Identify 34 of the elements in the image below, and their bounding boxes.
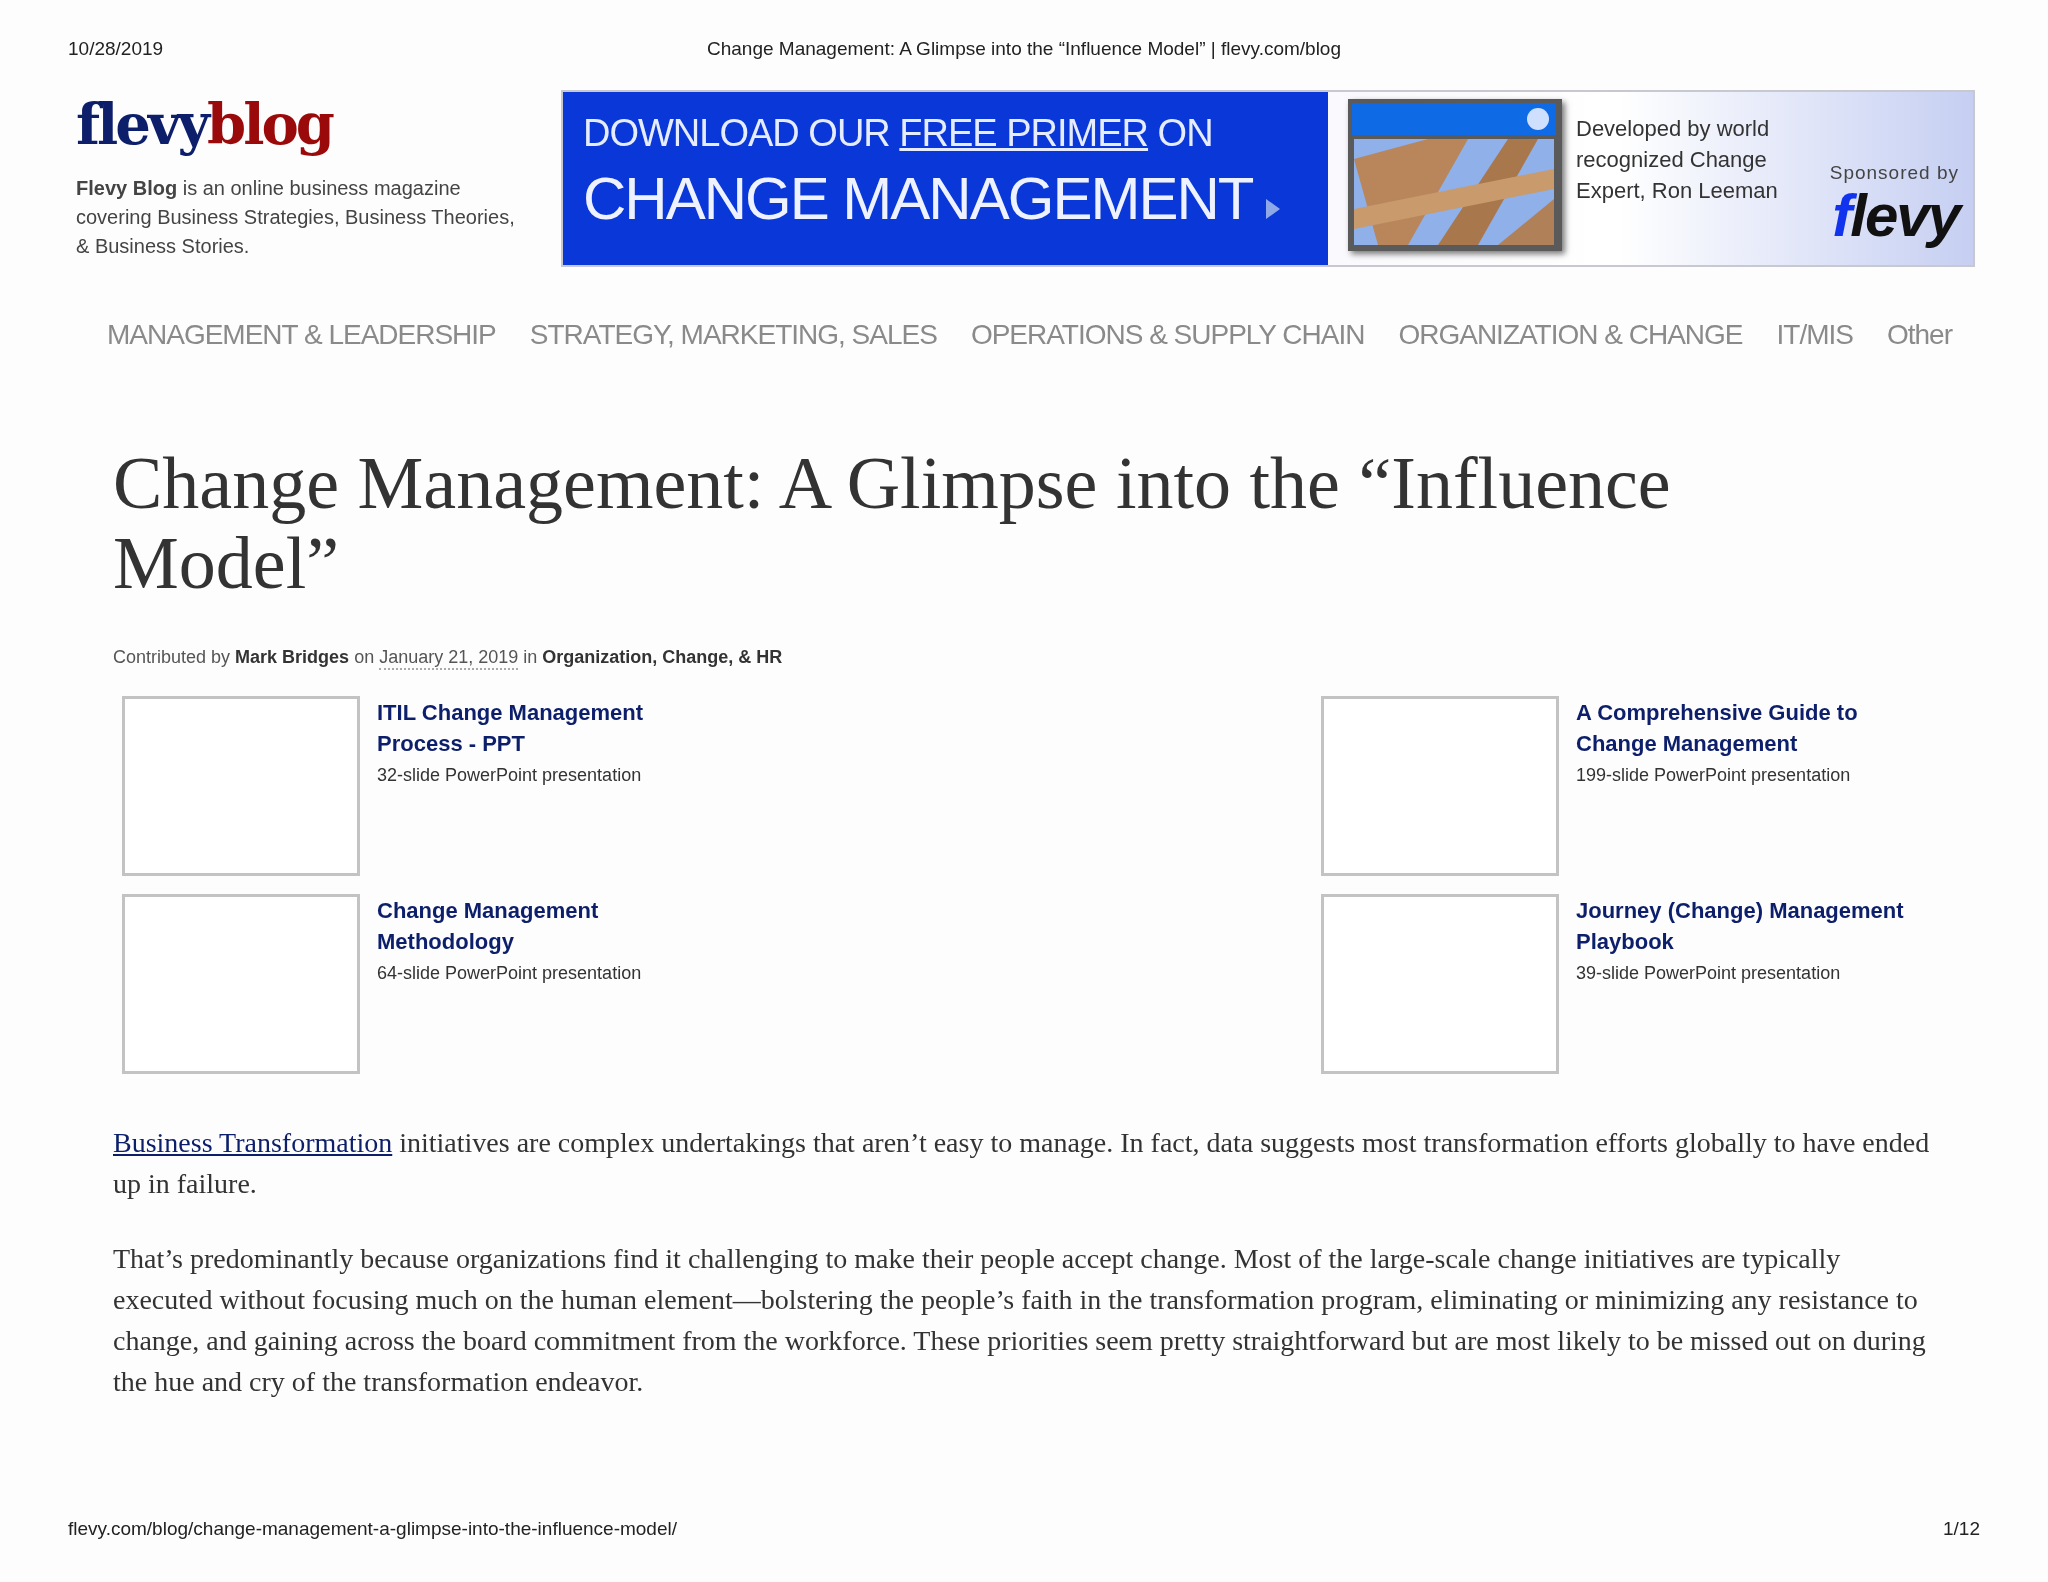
product-thumbnail[interactable] xyxy=(1321,696,1559,876)
page-number: 1/12 xyxy=(1943,1518,1980,1540)
byline-label: Contributed by xyxy=(113,647,231,669)
byline-label: on xyxy=(354,647,375,669)
product-thumbnail[interactable] xyxy=(122,894,360,1074)
article-title: Change Management: A Glimpse into the “Influence Model” xyxy=(113,443,1672,603)
product-description: 64-slide PowerPoint presentation xyxy=(377,963,643,984)
print-date: 10/28/2019 xyxy=(68,38,164,60)
print-title: Change Management: A Glimpse into the “Influence Model” | flevy.com/blog xyxy=(706,38,1341,60)
banner-title: CHANGE MANAGEMENT xyxy=(583,166,1253,232)
product-link[interactable]: ITIL Change Management Process - PPT xyxy=(377,697,707,759)
blog-logo[interactable]: flevyblog xyxy=(76,92,332,156)
product-description: 39-slide PowerPoint presentation xyxy=(1576,963,1842,984)
author-name: Mark Bridges xyxy=(235,647,350,669)
sponsored-label: Sponsored by xyxy=(1829,162,1959,184)
ad-banner[interactable]: DOWNLOAD OUR FREE PRIMER ON CHANGE MANAGEMENT Developed by world recognized Change Expert, Ron Leeman Sponsored by flevy xyxy=(561,90,1975,267)
article-paragraph: That’s predominantly because organizations find it challenging to make their people accept change. Most of the large-scale change initiatives are typically executed without focusing much on the human element—bolstering the people’s faith in the transformation program, eliminating or minimizing any resistance to change, and gaining across the board commitment from the workforce. These priorities seem pretty straightforward but are most likely to be missed out on during the hue and cry of the transformation endeavor. xyxy=(113,1242,1927,1399)
banner-headline: DOWNLOAD OUR FREE PRIMER ON xyxy=(583,111,1214,156)
article-paragraph: Business Transformation initiatives are complex undertakings that aren’t easy to manage. In fact, data suggests most transformation efforts globally to have ended up in failure. xyxy=(113,1126,1931,1201)
print-url: flevy.com/blog/change-management-a-glimpse-into-the-influence-model/ xyxy=(68,1518,677,1540)
tagline: Flevy Blog is an online business magazine covering Business Strategies, Business Theories, & Business Stories. xyxy=(76,176,516,259)
product-link[interactable]: Change Management Methodology xyxy=(377,895,707,957)
post-date: January 21, 2019 xyxy=(379,647,519,670)
category-name: Organization, Change, & HR xyxy=(542,647,783,669)
product-description: 199-slide PowerPoint presentation xyxy=(1576,765,1852,786)
product-thumbnail[interactable] xyxy=(122,696,360,876)
product-link[interactable]: A Comprehensive Guide to Change Management xyxy=(1576,697,1906,759)
triangle-icon xyxy=(1266,199,1281,219)
product-thumbnail[interactable] xyxy=(1321,894,1559,1074)
byline-label: in xyxy=(523,647,538,669)
product-link[interactable]: Journey (Change) Management Playbook xyxy=(1576,895,1906,957)
text-link[interactable]: Business Transformation xyxy=(113,1127,393,1158)
product-description: 32-slide PowerPoint presentation xyxy=(377,765,643,786)
banner-text: Developed by world recognized Change Expert, Ron Leeman xyxy=(1576,115,1779,205)
